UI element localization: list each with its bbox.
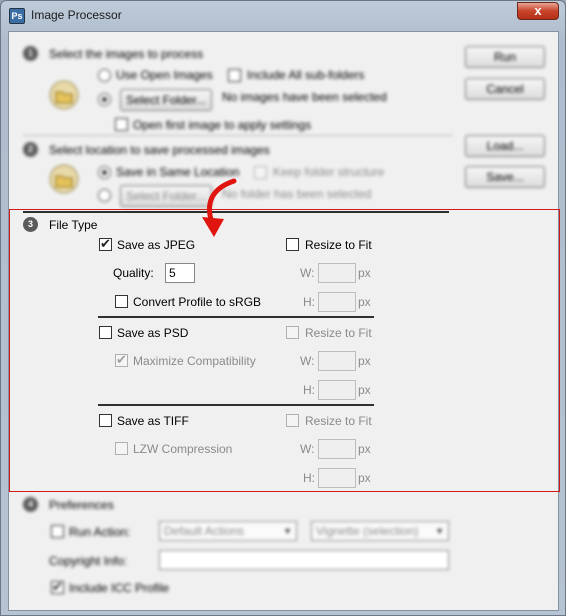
copyright-info-input[interactable] (159, 550, 449, 570)
include-icc-profile-checkbox[interactable] (51, 579, 64, 595)
jpeg-resize-to-fit-label: Resize to Fit (305, 238, 372, 252)
use-open-images-label: Use Open Images (116, 68, 213, 82)
run-action-label: Run Action: (69, 525, 131, 539)
save-as-psd-label: Save as PSD (117, 326, 189, 340)
copyright-info-label: Copyright Info: (49, 554, 128, 568)
save-as-psd-checkbox[interactable] (99, 326, 112, 339)
preferences-title: Preferences (49, 498, 114, 512)
psd-width-label: W: (300, 354, 315, 368)
select-folder-button[interactable]: Select Folder... (120, 89, 212, 111)
chevron-down-icon: ▼ (435, 526, 444, 536)
open-first-image-checkbox[interactable] (115, 118, 128, 131)
maximize-compatibility-checkbox[interactable] (115, 352, 128, 368)
keep-folder-structure-label: Keep folder structure (273, 165, 385, 179)
tiff-resize-to-fit-checkbox[interactable] (286, 414, 299, 427)
step-number-4: 4 (23, 497, 38, 512)
save-to-folder-radio[interactable] (98, 189, 111, 202)
image-processor-window: Ps Image Processor x 1 Select the images… (0, 0, 566, 616)
jpeg-width-label: W: (300, 266, 315, 280)
photoshop-app-icon: Ps (9, 8, 25, 24)
convert-profile-srgb-checkbox[interactable] (115, 295, 128, 308)
save-as-jpeg-label: Save as JPEG (117, 238, 196, 252)
select-folder-radio[interactable] (98, 93, 111, 106)
jpeg-height-unit: px (358, 295, 371, 309)
psd-height-label: H: (303, 383, 315, 397)
keep-folder-structure-checkbox[interactable] (254, 166, 267, 179)
window-title: Image Processor (31, 8, 122, 22)
jpeg-height-label: H: (303, 295, 315, 309)
psd-tiff-divider (98, 404, 374, 406)
tiff-height-input[interactable] (318, 468, 356, 488)
save-button[interactable]: Save... (465, 166, 545, 188)
action-set-value: Default Actions (164, 524, 245, 538)
jpeg-resize-to-fit-checkbox[interactable] (286, 238, 299, 251)
use-open-images-radio[interactable] (98, 69, 111, 82)
title-bar[interactable]: Ps Image Processor x (1, 1, 565, 31)
step-number-2: 2 (23, 142, 38, 157)
folder-icon (49, 80, 79, 110)
step-number-1: 1 (23, 46, 38, 61)
include-icc-profile-label: Include ICC Profile (69, 581, 170, 595)
section-preferences: 4 Preferences Run Action: Default Action… (9, 492, 560, 610)
include-subfolders-checkbox[interactable] (228, 69, 241, 82)
psd-width-input[interactable] (318, 351, 356, 371)
open-first-image-label: Open first image to apply settings (133, 118, 312, 132)
convert-profile-srgb-label: Convert Profile to sRGB (133, 295, 262, 309)
load-button[interactable]: Load... (465, 135, 545, 157)
folder-icon (49, 164, 79, 194)
destination-status-text: No folder has been selected (222, 187, 372, 201)
action-select[interactable]: Vignette (selection) ▼ (311, 521, 449, 541)
lzw-compression-checkbox[interactable] (115, 442, 128, 455)
run-action-checkbox[interactable] (51, 525, 64, 538)
psd-width-unit: px (358, 354, 371, 368)
section2-title: Select location to save processed images (49, 143, 270, 157)
save-as-tiff-label: Save as TIFF (117, 414, 189, 428)
jpeg-height-input[interactable] (318, 292, 356, 312)
window-close-button[interactable]: x (517, 2, 559, 20)
tiff-width-label: W: (300, 442, 315, 456)
tiff-height-unit: px (358, 471, 371, 485)
tiff-width-unit: px (358, 442, 371, 456)
save-same-location-radio[interactable] (98, 166, 111, 179)
jpeg-quality-label: Quality: (113, 266, 154, 280)
psd-resize-to-fit-label: Resize to Fit (305, 326, 372, 340)
psd-height-unit: px (358, 383, 371, 397)
lzw-compression-label: LZW Compression (133, 442, 233, 456)
jpeg-width-unit: px (358, 266, 371, 280)
run-button[interactable]: Run (465, 46, 545, 68)
action-set-select[interactable]: Default Actions ▼ (159, 521, 297, 541)
curved-arrow-icon (202, 178, 237, 237)
tiff-height-label: H: (303, 471, 315, 485)
maximize-compatibility-label: Maximize Compatibility (133, 354, 256, 368)
file-type-title: File Type (49, 218, 98, 232)
include-subfolders-label: Include All sub-folders (247, 68, 365, 82)
jpeg-quality-input[interactable]: 5 (165, 263, 195, 283)
action-value: Vignette (selection) (316, 524, 419, 538)
images-status-text: No images have been selected (222, 90, 387, 104)
save-as-tiff-checkbox[interactable] (99, 414, 112, 427)
chevron-down-icon: ▼ (283, 526, 292, 536)
psd-height-input[interactable] (318, 380, 356, 400)
dialog-client-area: 1 Select the images to process Use Open … (8, 31, 560, 611)
section1-title: Select the images to process (49, 47, 204, 61)
cancel-button[interactable]: Cancel (465, 78, 545, 100)
save-as-jpeg-checkbox[interactable] (99, 236, 112, 252)
jpeg-psd-divider (98, 316, 374, 318)
step-number-3: 3 (23, 217, 38, 232)
psd-resize-to-fit-checkbox[interactable] (286, 326, 299, 339)
tiff-width-input[interactable] (318, 439, 356, 459)
section-file-type: 3 File Type Save as JPEG Resize to Fit Q… (9, 209, 560, 492)
tiff-resize-to-fit-label: Resize to Fit (305, 414, 372, 428)
jpeg-width-input[interactable] (318, 263, 356, 283)
